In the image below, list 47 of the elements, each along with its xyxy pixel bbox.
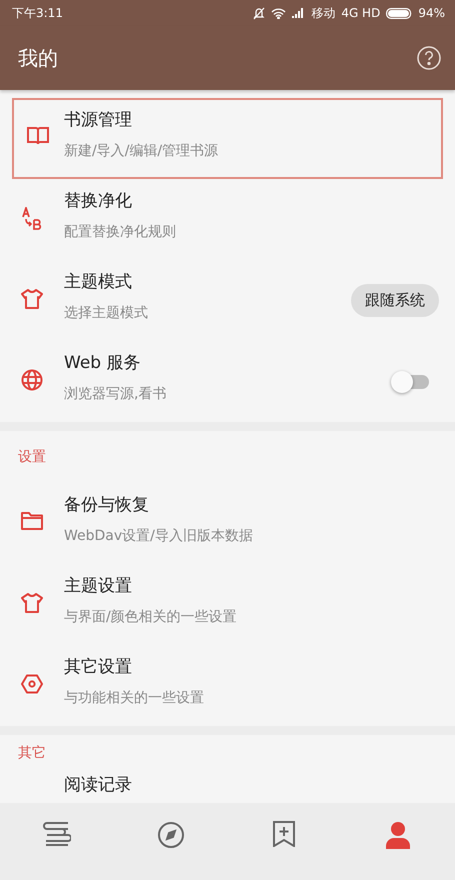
item-subtitle: 配置替换净化规则 xyxy=(64,223,177,241)
network-text: 4G HD xyxy=(341,6,380,20)
settings-icon xyxy=(21,673,43,695)
replace-icon xyxy=(21,207,43,231)
menu-item[interactable]: 主题设置 与界面/颜色相关的一些设置 xyxy=(0,564,455,645)
compass-icon xyxy=(156,821,185,849)
theme-mode-button[interactable]: 跟随系统 xyxy=(351,284,439,317)
menu-item[interactable]: 主题模式 选择主题模式 跟随系统 xyxy=(0,260,455,341)
section-header: 其它 xyxy=(18,744,46,762)
page-title: 我的 xyxy=(18,44,59,72)
mute-icon xyxy=(253,6,266,20)
item-title: 主题模式 xyxy=(64,271,133,293)
menu-item[interactable]: 其它设置 与功能相关的一些设置 xyxy=(0,645,455,726)
globe-icon xyxy=(21,369,43,391)
item-subtitle: 新建/导入/编辑/管理书源 xyxy=(64,142,220,160)
person-icon xyxy=(385,821,412,849)
clock-text: 下午3:11 xyxy=(12,4,63,22)
highlighted-menu-item[interactable]: 书源管理 新建/导入/编辑/管理书源 xyxy=(12,98,443,179)
battery-text: 94% xyxy=(418,6,445,20)
menu-item[interactable]: Web 服务 浏览器写源,看书 xyxy=(0,341,455,422)
item-title: 书源管理 xyxy=(64,109,133,131)
item-title: 阅读记录 xyxy=(64,774,133,796)
item-subtitle: 与界面/颜色相关的一些设置 xyxy=(64,608,238,626)
item-title: 备份与恢复 xyxy=(64,494,150,516)
battery-icon xyxy=(386,8,412,18)
item-title: 替换净化 xyxy=(64,190,133,212)
item-subtitle: 与功能相关的一些设置 xyxy=(64,689,205,707)
shirt-icon xyxy=(21,288,43,310)
item-subtitle: WebDav设置/导入旧版本数据 xyxy=(64,527,254,545)
wifi-icon xyxy=(271,8,286,18)
folder-icon xyxy=(21,511,43,531)
signal-icon xyxy=(292,8,306,18)
menu-item[interactable]: 替换净化 配置替换净化规则 xyxy=(0,179,455,260)
section-header: 设置 xyxy=(18,448,46,466)
item-title: 主题设置 xyxy=(64,575,133,597)
item-subtitle: 选择主题模式 xyxy=(64,304,149,322)
item-subtitle: 浏览器写源,看书 xyxy=(64,385,168,403)
carrier-text: 移动 xyxy=(311,4,336,22)
bookshelf-icon xyxy=(42,821,71,847)
bookmark-add-icon xyxy=(273,821,296,847)
item-title: 其它设置 xyxy=(64,656,133,678)
help-icon[interactable] xyxy=(417,46,441,70)
book-icon xyxy=(27,126,49,146)
shirt-icon xyxy=(21,592,43,614)
menu-item[interactable]: 备份与恢复 WebDav设置/导入旧版本数据 xyxy=(0,483,455,564)
menu-item[interactable]: 阅读记录 xyxy=(0,771,455,803)
item-title: Web 服务 xyxy=(64,352,142,374)
